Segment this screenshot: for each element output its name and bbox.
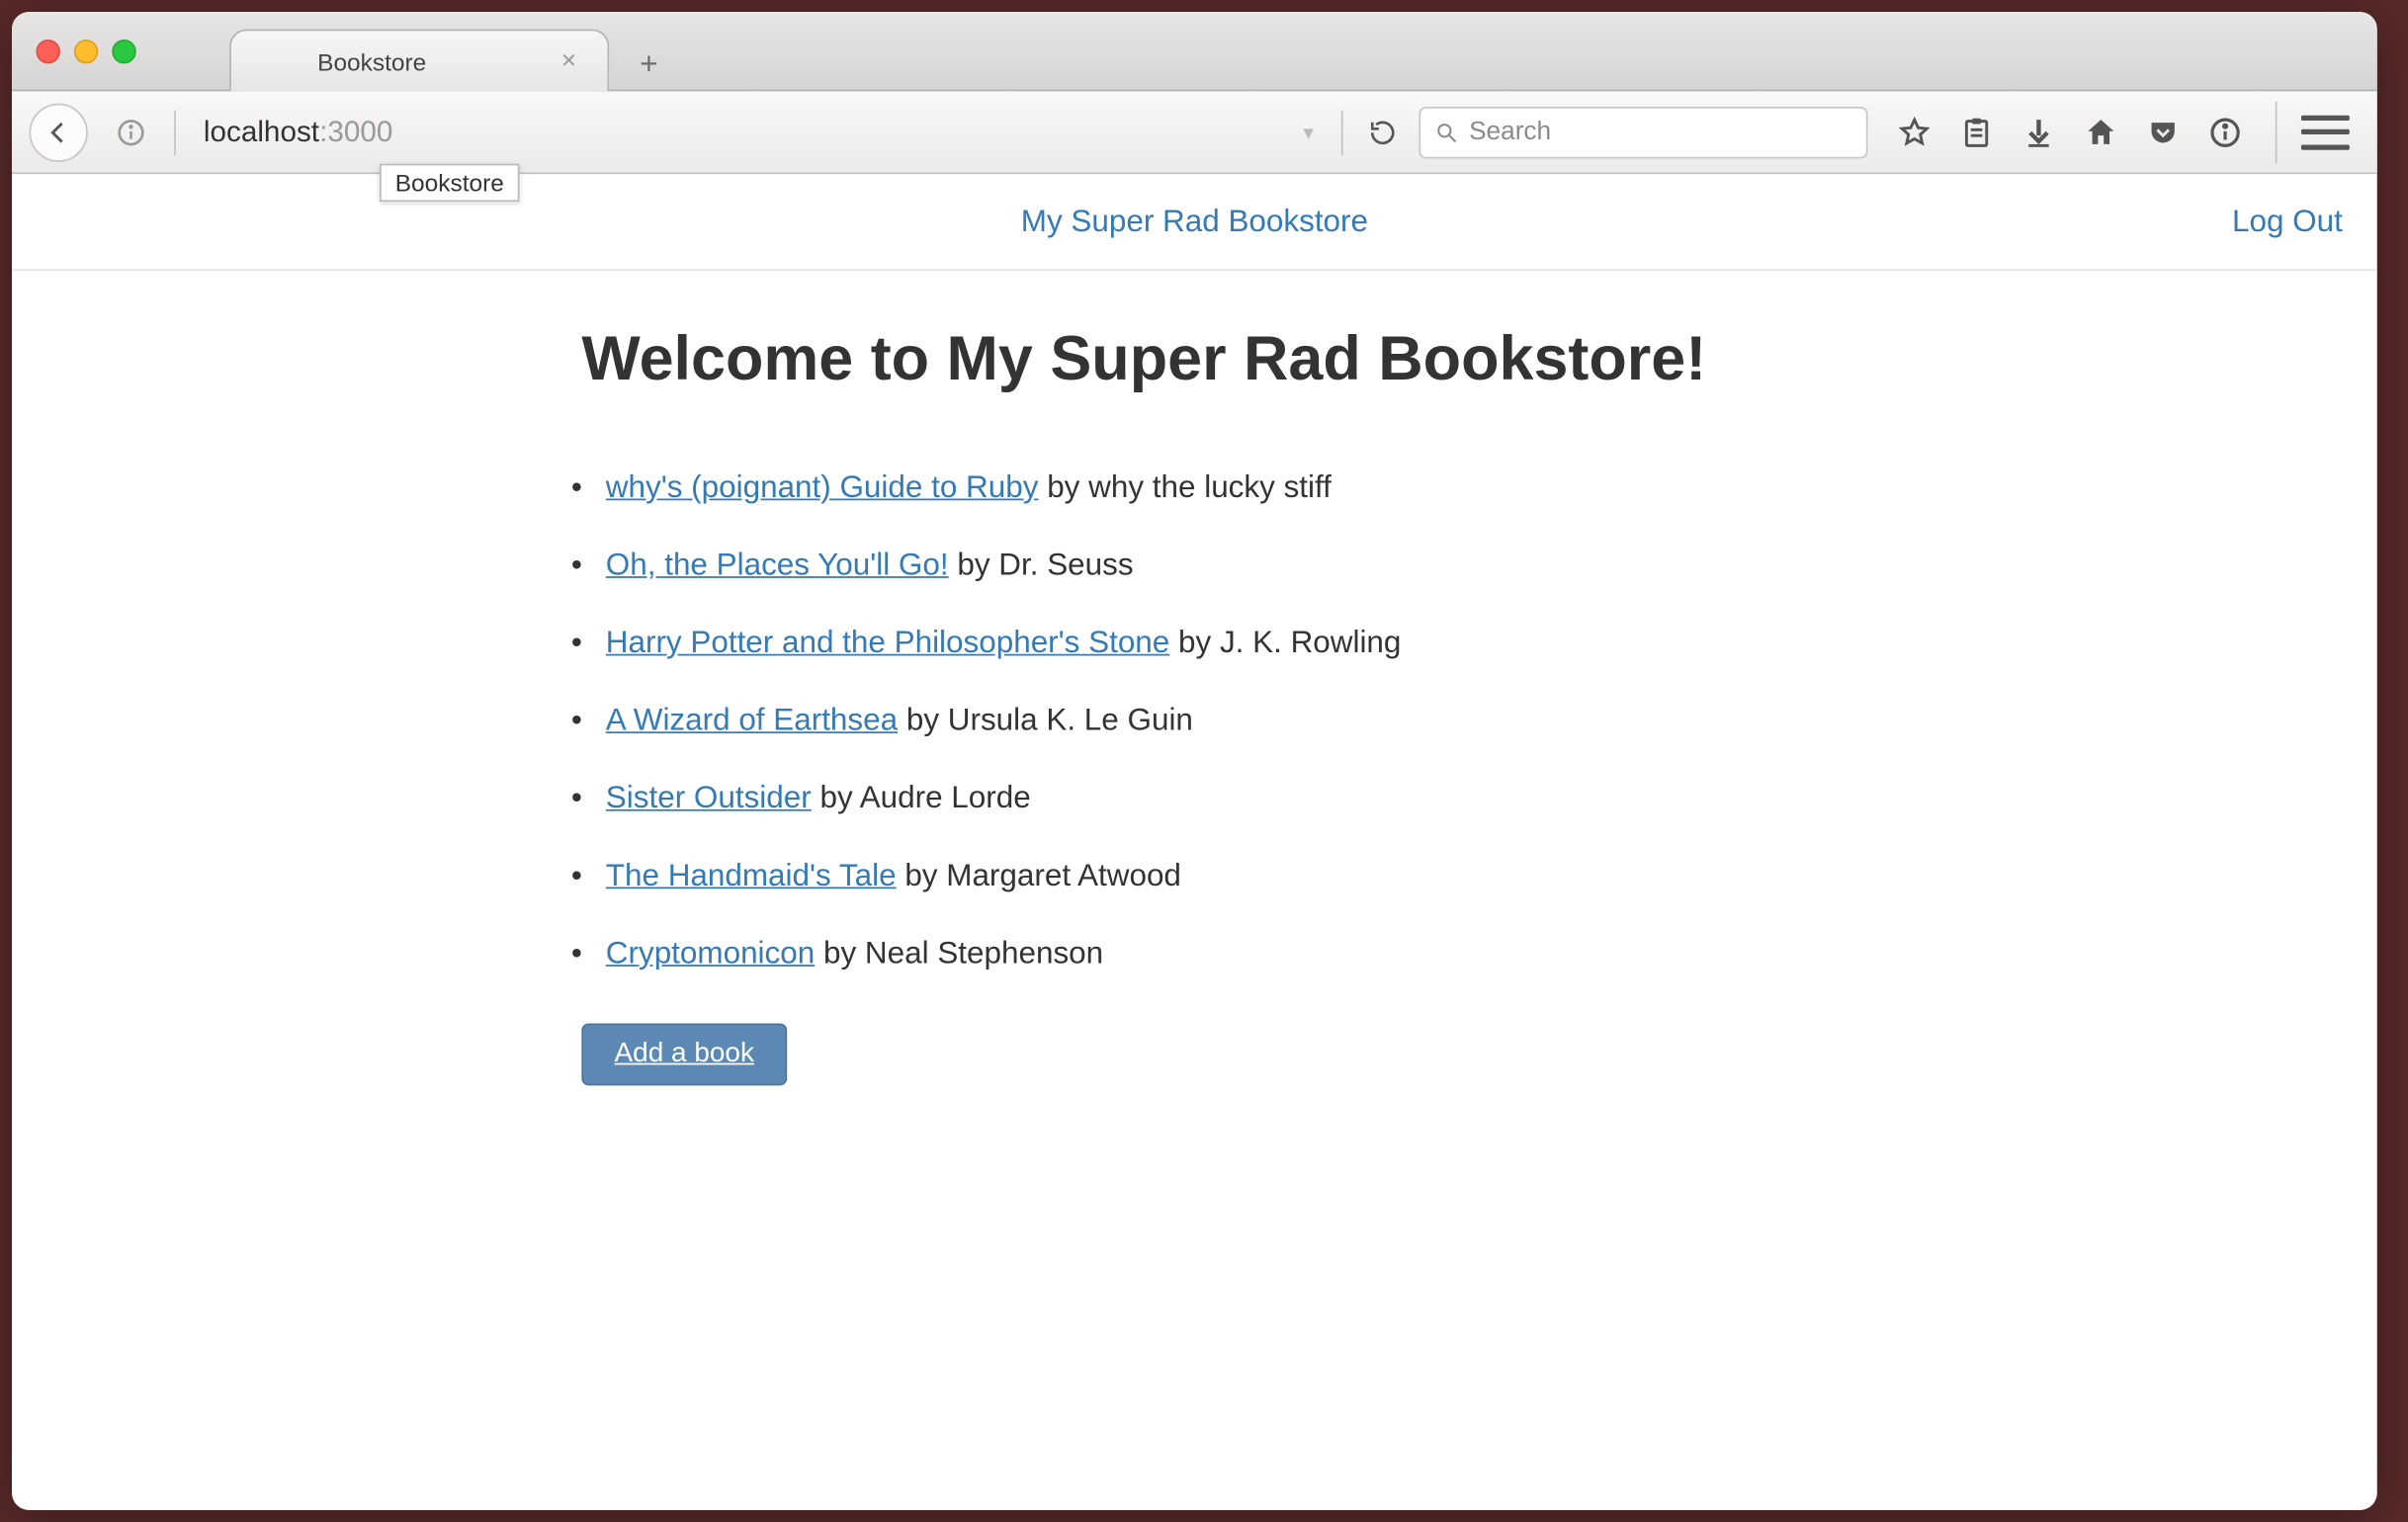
list-item: Cryptomonicon by Neal Stephenson bbox=[581, 935, 1807, 972]
books-list: why's (poignant) Guide to Ruby by why th… bbox=[581, 469, 1807, 972]
book-link[interactable]: A Wizard of Earthsea bbox=[606, 703, 898, 737]
maximize-window-button[interactable] bbox=[112, 39, 135, 62]
book-link[interactable]: Sister Outsider bbox=[606, 780, 812, 814]
window-titlebar: Bookstore × + bbox=[12, 12, 2377, 91]
main-content: Welcome to My Super Rad Bookstore! why's… bbox=[547, 271, 1842, 1134]
list-item: why's (poignant) Guide to Ruby by why th… bbox=[581, 469, 1807, 506]
reload-icon bbox=[1367, 117, 1398, 147]
tab-strip: Bookstore × + bbox=[229, 12, 668, 90]
list-item: Harry Potter and the Philosopher's Stone… bbox=[581, 625, 1807, 661]
bookmark-button[interactable] bbox=[1895, 113, 1933, 150]
browser-toolbar: localhost:3000 Bookstore ▾ bbox=[12, 91, 2377, 174]
reading-list-button[interactable] bbox=[1957, 113, 1995, 150]
menu-button[interactable] bbox=[2301, 113, 2350, 150]
pocket-icon bbox=[2146, 115, 2181, 149]
downloads-button[interactable] bbox=[2020, 113, 2057, 150]
book-author: by Dr. Seuss bbox=[949, 547, 1134, 581]
logout-link[interactable]: Log Out bbox=[2232, 204, 2343, 240]
browser-tab[interactable]: Bookstore × bbox=[229, 29, 609, 91]
arrow-left-icon bbox=[44, 118, 72, 145]
list-item: Sister Outsider by Audre Lorde bbox=[581, 780, 1807, 816]
book-link[interactable]: why's (poignant) Guide to Ruby bbox=[606, 469, 1039, 504]
back-button[interactable] bbox=[29, 103, 87, 161]
site-info-button[interactable] bbox=[109, 110, 153, 154]
toolbar-separator bbox=[174, 110, 176, 154]
info-icon bbox=[116, 117, 146, 147]
address-port: :3000 bbox=[319, 115, 392, 147]
home-icon bbox=[2084, 115, 2118, 149]
star-icon bbox=[1897, 115, 1932, 149]
history-dropdown-icon[interactable]: ▾ bbox=[1289, 120, 1327, 143]
brand-link[interactable]: My Super Rad Bookstore bbox=[1021, 204, 1368, 240]
new-tab-button[interactable]: + bbox=[630, 44, 667, 82]
book-author: by Neal Stephenson bbox=[815, 935, 1103, 970]
book-link[interactable]: Oh, the Places You'll Go! bbox=[606, 547, 949, 581]
book-author: by Audre Lorde bbox=[812, 780, 1031, 814]
clipboard-icon bbox=[1959, 115, 1994, 149]
page-heading: Welcome to My Super Rad Bookstore! bbox=[581, 319, 1807, 397]
list-item: Oh, the Places You'll Go! by Dr. Seuss bbox=[581, 547, 1807, 583]
tab-close-icon[interactable]: × bbox=[561, 46, 576, 76]
book-link[interactable]: Harry Potter and the Philosopher's Stone bbox=[606, 625, 1169, 659]
address-host: localhost bbox=[204, 115, 319, 147]
minimize-window-button[interactable] bbox=[74, 39, 98, 62]
address-display[interactable]: localhost:3000 Bookstore bbox=[193, 115, 402, 149]
list-item: A Wizard of Earthsea by Ursula K. Le Gui… bbox=[581, 703, 1807, 739]
toolbar-separator bbox=[2276, 101, 2278, 163]
add-book-button[interactable]: Add a book bbox=[581, 1023, 787, 1085]
close-window-button[interactable] bbox=[36, 39, 59, 62]
home-button[interactable] bbox=[2082, 113, 2119, 150]
search-icon bbox=[1434, 120, 1458, 143]
book-link[interactable]: The Handmaid's Tale bbox=[606, 858, 897, 892]
book-author: by why the lucky stiff bbox=[1038, 469, 1331, 504]
download-icon bbox=[2021, 115, 2056, 149]
window-controls bbox=[36, 39, 135, 62]
book-author: by Margaret Atwood bbox=[897, 858, 1181, 892]
toolbar-right: ▾ bbox=[1289, 101, 2360, 163]
browser-window: Bookstore × + localhost:3000 Bookstore ▾ bbox=[12, 12, 2377, 1510]
toolbar-separator bbox=[1341, 110, 1343, 154]
book-link[interactable]: Cryptomonicon bbox=[606, 935, 815, 970]
info-circle-icon bbox=[2208, 115, 2243, 149]
site-navbar: My Super Rad Bookstore Log Out bbox=[12, 174, 2377, 271]
list-item: The Handmaid's Tale by Margaret Atwood bbox=[581, 858, 1807, 894]
tab-title: Bookstore bbox=[317, 47, 426, 75]
toolbar-icons bbox=[1878, 113, 2255, 150]
book-author: by J. K. Rowling bbox=[1169, 625, 1401, 659]
info-button[interactable] bbox=[2206, 113, 2244, 150]
search-input[interactable] bbox=[1469, 118, 1852, 147]
pocket-button[interactable] bbox=[2144, 113, 2182, 150]
search-box[interactable] bbox=[1419, 106, 1867, 157]
hamburger-icon bbox=[2301, 115, 2350, 120]
reload-button[interactable] bbox=[1357, 117, 1409, 147]
book-author: by Ursula K. Le Guin bbox=[898, 703, 1193, 737]
